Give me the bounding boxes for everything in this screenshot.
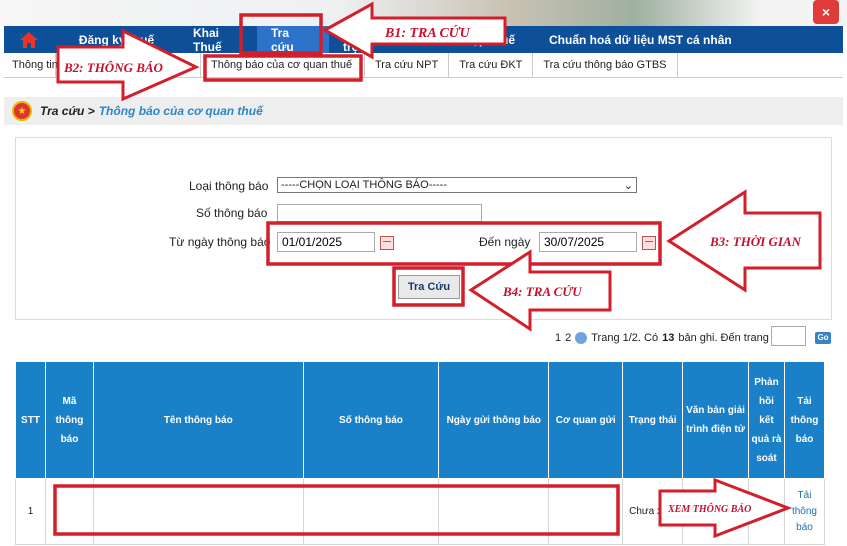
- download-notice-link[interactable]: Tải thông báo: [783, 478, 826, 545]
- col-header: STT: [15, 361, 46, 479]
- sub-nav: Thông tin cá nhân Thông báo của cơ quan …: [4, 53, 843, 78]
- col-header: Phản hồi kết quả rà soát: [747, 361, 785, 479]
- record-count: 13: [662, 332, 675, 344]
- col-header: Tải thông báo: [783, 361, 826, 479]
- subnav-thong-tin[interactable]: Thông tin: [4, 53, 58, 77]
- page-link-1[interactable]: 1: [555, 332, 561, 344]
- to-date-label: Đến ngày: [479, 235, 531, 249]
- chevron-down-icon: ⌄: [623, 179, 633, 192]
- col-header: Văn bản giải trình điện tử: [682, 361, 749, 479]
- goto-page-input[interactable]: [771, 326, 806, 346]
- subnav-ca-nhan[interactable]: cá nhân: [56, 53, 201, 77]
- breadcrumb-root[interactable]: Tra cứu >: [40, 104, 95, 118]
- from-date-input[interactable]: [277, 232, 375, 252]
- pager-summary-prefix: Trang 1/2. Có: [591, 332, 659, 344]
- type-select-value: -----CHỌN LOẠI THÔNG BÁO-----: [281, 179, 448, 191]
- page-link-2[interactable]: 2: [565, 332, 571, 344]
- nav-khai-thue[interactable]: Khai Thuế: [179, 26, 257, 54]
- emblem-icon: ★: [12, 101, 32, 121]
- cell-stt: 1: [15, 478, 46, 545]
- number-label: Số thông báo: [196, 206, 268, 220]
- col-header: Tên thông báo: [92, 361, 304, 479]
- subnav-tra-cuu-npt[interactable]: Tra cứu NPT: [365, 53, 450, 77]
- cell-ngay: [438, 478, 550, 545]
- cell-so: [302, 478, 440, 545]
- subnav-tra-cuu-dkt[interactable]: Tra cứu ĐKT: [449, 53, 534, 77]
- breadcrumb-current: Thông báo của cơ quan thuế: [98, 104, 263, 118]
- calendar-icon[interactable]: [380, 236, 394, 250]
- type-label: Loại thông báo: [189, 179, 269, 193]
- home-icon[interactable]: [4, 26, 54, 53]
- cell-phan-hoi: [747, 478, 785, 545]
- cell-ma: [44, 478, 94, 545]
- go-button[interactable]: Go: [815, 332, 831, 344]
- col-header: Số thông báo: [302, 361, 440, 479]
- nav-tra-cuu[interactable]: Tra cứu: [257, 26, 329, 54]
- next-page-icon[interactable]: [575, 332, 588, 344]
- nav-chuan-hoa[interactable]: Chuẩn hoá dữ liệu MST cá nhân: [529, 26, 746, 53]
- main-nav: Đăng ký thuế Khai Thuế Tra cứu Hỗ trợ Nộ…: [4, 26, 843, 54]
- col-header: Trạng thái: [622, 361, 684, 479]
- pager-summary-suffix: bản ghi. Đến trang: [678, 332, 769, 344]
- breadcrumb: ★ Tra cứu > Thông báo của cơ quan thuế: [4, 97, 843, 125]
- top-banner: ×: [0, 0, 847, 26]
- cell-ten: [92, 478, 304, 545]
- nav-ho-tro[interactable]: Hỗ trợ: [329, 26, 389, 54]
- from-date-label: Từ ngày thông báo: [169, 235, 271, 249]
- col-header: Cơ quan gửi: [548, 361, 624, 479]
- close-icon[interactable]: ×: [813, 0, 839, 24]
- col-header: Ngày gửi thông báo: [438, 361, 550, 479]
- notice-table: STT Mã thông báo Tên thông báo Số thông …: [15, 361, 826, 545]
- number-input[interactable]: [277, 204, 482, 222]
- cell-van-ban: [682, 478, 749, 545]
- col-header: Mã thông báo: [44, 361, 94, 479]
- subnav-tra-cuu-gtbs[interactable]: Tra cứu thông báo GTBS: [533, 53, 678, 77]
- nav-dang-ky-thue[interactable]: Đăng ký thuế: [54, 26, 179, 53]
- search-button[interactable]: Tra Cứu: [398, 275, 460, 299]
- cell-co-quan: [548, 478, 624, 545]
- table-row: 1 Chưa xem Tải thông báo: [15, 478, 826, 545]
- nav-nop-thue[interactable]: Nộp thuế: [389, 26, 529, 53]
- calendar-icon[interactable]: [642, 236, 656, 250]
- pager: 1 2 Trang 1/2. Có 13 bản ghi. Đến trang: [555, 328, 769, 348]
- cell-trang-thai: Chưa xem: [622, 478, 684, 545]
- type-select[interactable]: -----CHỌN LOẠI THÔNG BÁO----- ⌄: [277, 177, 637, 193]
- to-date-input[interactable]: [539, 232, 637, 252]
- subnav-thong-bao-cqt[interactable]: Thông báo của cơ quan thuế: [201, 53, 365, 77]
